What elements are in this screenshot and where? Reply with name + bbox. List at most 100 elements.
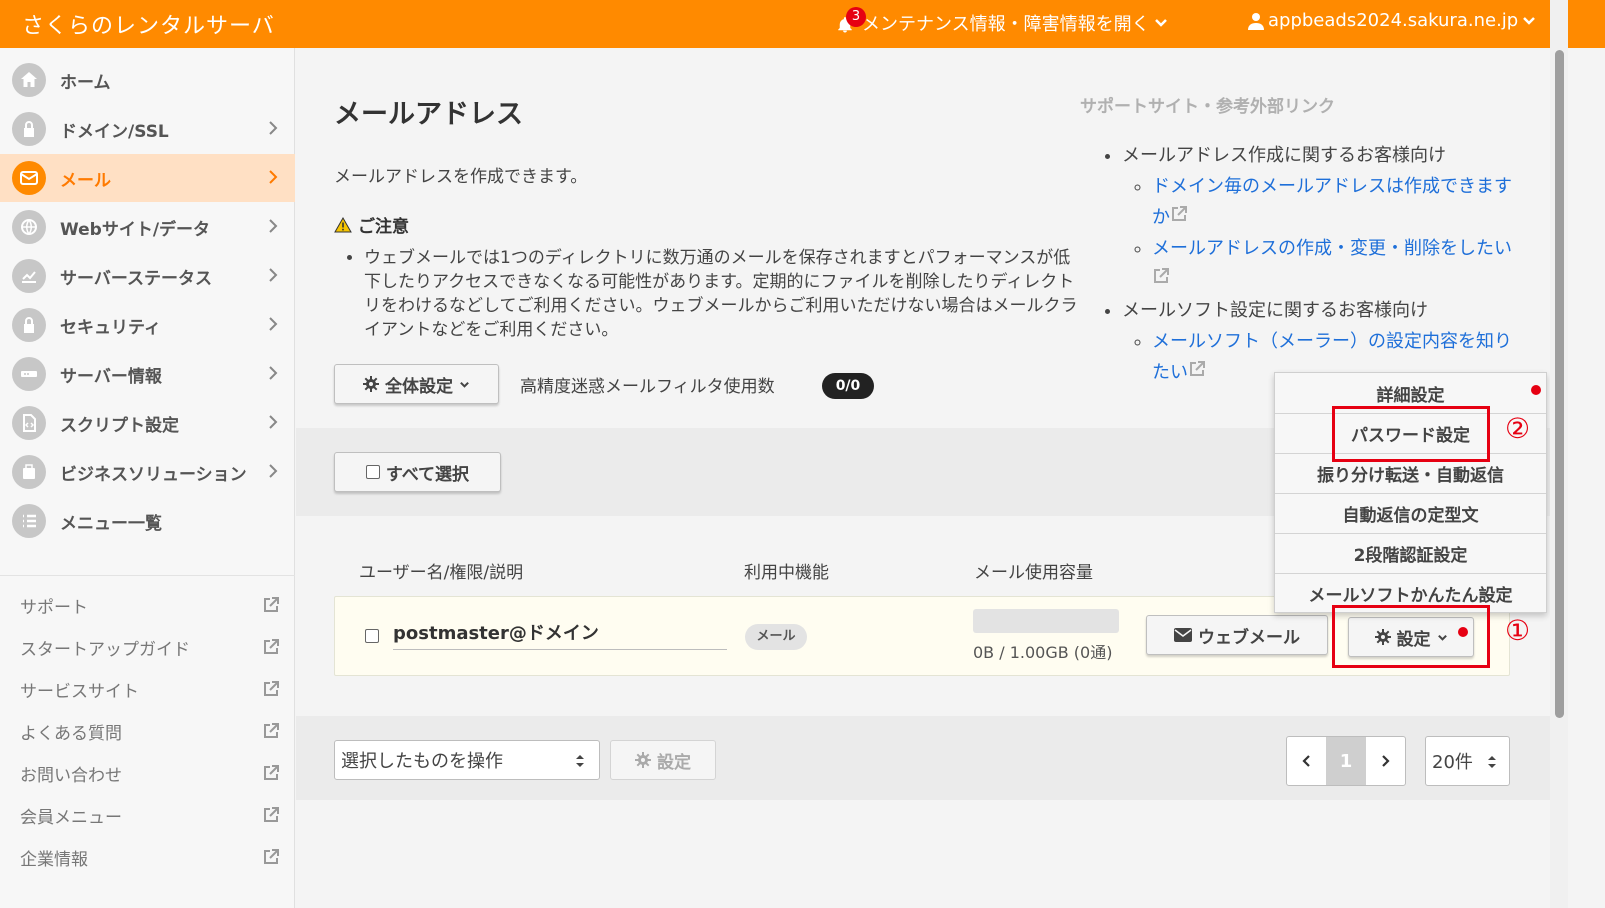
support-links-title: サポートサイト・参考外部リンク (1080, 97, 1335, 117)
page-number[interactable]: 1 (1326, 737, 1366, 785)
mail-address[interactable]: postmaster@ドメイン (393, 619, 599, 645)
sidebar-item-menu-list[interactable]: メニュー一覧 (0, 497, 295, 545)
sidebar-item-website-data[interactable]: Webサイト/データ (0, 203, 295, 251)
step-1-marker: ① (1505, 614, 1531, 647)
page-scrollbar[interactable] (1550, 0, 1568, 908)
global-settings-button[interactable]: 全体設定 (334, 364, 499, 404)
usage-bar (973, 609, 1119, 633)
user-account-label: appbeads2024.sakura.ne.jp (1268, 10, 1519, 31)
sidebar-item-business-solution[interactable]: ビジネスソリューション (0, 448, 295, 496)
dropdown-item-label: 自動返信の定型文 (1342, 506, 1479, 526)
row-checkbox[interactable] (365, 629, 379, 643)
sidebar-item-label: サーバーステータス (60, 268, 212, 289)
sidebar-link-contact[interactable]: お問い合わせ (20, 758, 280, 788)
notification-count-badge: 3 (846, 7, 866, 27)
chart-icon (12, 259, 46, 293)
sidebar-link-label: 会員メニュー (20, 807, 122, 828)
sidebar-link-label: スタートアップガイド (20, 639, 190, 660)
globe-icon (12, 210, 46, 244)
sidebar-link-member-menu[interactable]: 会員メニュー (20, 800, 280, 830)
address-underline (393, 649, 727, 650)
sidebar-item-label: スクリプト設定 (60, 415, 179, 436)
support-group-label: メールアドレス作成に関するお客様向け (1122, 145, 1446, 166)
scrollbar-thumb[interactable] (1555, 50, 1564, 718)
column-header-user: ユーザー名/権限/説明 (359, 563, 524, 583)
gear-icon (635, 752, 651, 768)
mail-icon (12, 161, 46, 195)
external-link-icon (264, 723, 279, 738)
notice-title: ご注意 (358, 217, 409, 237)
dropdown-item-label: メールソフトかんたん設定 (1308, 586, 1513, 606)
sidebar-link-service-site[interactable]: サービスサイト (20, 674, 280, 704)
sidebar-item-security[interactable]: セキュリティ (0, 301, 295, 349)
sidebar-item-server-status[interactable]: サーバーステータス (0, 252, 295, 300)
top-bar: さくらのレンタルサーバ 3 メンテナンス情報・障害情報を開く appbeads2… (0, 0, 1605, 48)
bell-icon: 3 (836, 7, 866, 35)
sidebar-link-startup-guide[interactable]: スタートアップガイド (20, 632, 280, 662)
bulk-action-value: 選択したものを操作 (341, 751, 503, 772)
select-arrows-icon (576, 755, 584, 767)
sidebar-item-server-info[interactable]: サーバー情報 (0, 350, 295, 398)
chevron-right-icon (267, 217, 279, 235)
sidebar-item-label: メール (60, 170, 111, 191)
dropdown-item-label: 2段階認証設定 (1353, 546, 1468, 566)
maintenance-toggle[interactable]: 3 メンテナンス情報・障害情報を開く (836, 7, 1168, 36)
chevron-down-icon (1154, 19, 1167, 27)
sidebar-link-label: よくある質問 (20, 723, 122, 744)
chevron-right-icon (267, 119, 279, 137)
sidebar-item-mail[interactable]: メール (0, 154, 295, 202)
select-all-button[interactable]: すべて選択 (334, 452, 501, 492)
sidebar-link-support[interactable]: サポート (20, 590, 280, 620)
bulk-settings-button[interactable]: 設定 (610, 740, 716, 780)
per-page-select[interactable]: 20件 (1425, 736, 1510, 786)
detail-settings-alert-dot (1531, 385, 1541, 395)
notice-text: ウェブメールでは1つのディレクトリに数万通のメールを保存されますとパフォーマンス… (364, 246, 1080, 342)
support-links: メールアドレス作成に関するお客様向け ドメイン毎のメールアドレスは作成できますか… (1104, 140, 1524, 388)
user-icon (1248, 12, 1264, 30)
list-icon (12, 504, 46, 538)
bulk-action-select[interactable]: 選択したものを操作 (334, 740, 600, 780)
sidebar-item-script-settings[interactable]: スクリプト設定 (0, 399, 295, 447)
support-link-create-per-domain[interactable]: ドメイン毎のメールアドレスは作成できますか (1152, 176, 1512, 228)
lock-icon (12, 308, 46, 342)
page-title: メールアドレス (334, 99, 523, 130)
column-header-usage: メール使用容量 (974, 563, 1093, 583)
global-settings-label: 全体設定 (385, 376, 453, 397)
next-page-button[interactable] (1366, 737, 1405, 785)
sidebar: ホーム ドメイン/SSL メール Webサイト/データ サーバーステータス セキ… (0, 48, 295, 908)
pagination: 1 (1286, 736, 1406, 786)
support-link-manage-address[interactable]: メールアドレスの作成・変更・削除をしたい (1152, 238, 1512, 290)
sidebar-item-label: メニュー一覧 (60, 513, 162, 534)
select-all-checkbox[interactable] (365, 465, 380, 479)
dropdown-item-autoreply-templates[interactable]: 自動返信の定型文 (1275, 493, 1546, 533)
external-link-icon (264, 597, 279, 612)
sidebar-item-label: セキュリティ (60, 317, 161, 338)
sidebar-item-label: サーバー情報 (60, 366, 162, 387)
dropdown-item-label: 詳細設定 (1376, 385, 1445, 406)
sidebar-item-label: Webサイト/データ (60, 219, 211, 240)
external-link-icon (264, 681, 279, 696)
dropdown-item-two-factor-auth[interactable]: 2段階認証設定 (1275, 533, 1546, 573)
chevron-right-icon (267, 168, 279, 186)
sidebar-link-label: サポート (20, 597, 88, 618)
sidebar-item-domain-ssl[interactable]: ドメイン/SSL (0, 105, 295, 153)
user-menu[interactable]: appbeads2024.sakura.ne.jp (1248, 10, 1536, 31)
highlight-settings-button (1332, 605, 1490, 668)
sidebar-link-faq[interactable]: よくある質問 (20, 716, 280, 746)
chevron-left-icon (1302, 755, 1310, 767)
chevron-down-icon (1523, 16, 1536, 25)
sidebar-link-company-info[interactable]: 企業情報 (20, 842, 280, 872)
brand-title[interactable]: さくらのレンタルサーバ (22, 8, 275, 40)
sidebar-link-label: お問い合わせ (20, 765, 122, 786)
chevron-right-icon (267, 315, 279, 333)
external-link-icon (264, 639, 279, 654)
webmail-button[interactable]: ウェブメール (1146, 615, 1328, 655)
select-all-label: すべて選択 (385, 464, 470, 485)
chevron-right-icon (267, 462, 279, 480)
support-link-text: メールアドレスの作成・変更・削除をしたい (1152, 238, 1512, 259)
sidebar-item-home[interactable]: ホーム (0, 56, 295, 104)
prev-page-button[interactable] (1287, 737, 1326, 785)
webmail-label: ウェブメール (1198, 627, 1300, 648)
external-link-icon (1154, 268, 1169, 283)
spam-filter-label: 高精度迷惑メールフィルタ使用数 (520, 377, 775, 397)
